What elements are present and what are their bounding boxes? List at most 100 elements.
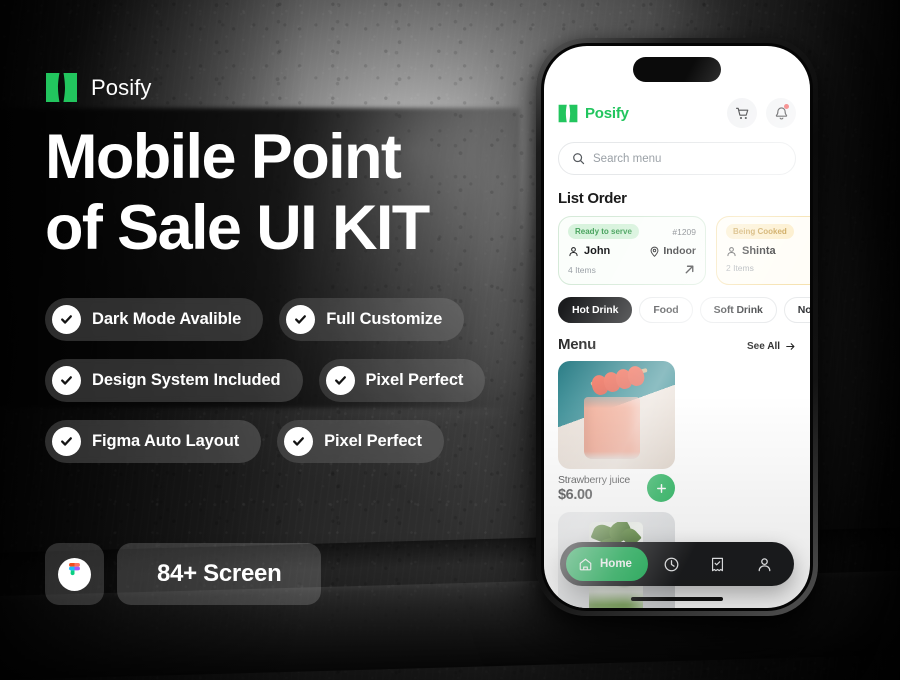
product-image [558,361,675,469]
plus-icon [656,483,666,493]
category-chips: Hot Drink Food Soft Drink Noodle [558,297,810,323]
feature-label: Pixel Perfect [324,432,422,450]
orders-list: Ready to serve #1209 John Indoor 4 Items… [558,216,810,285]
feature-pill-dark-mode[interactable]: Dark Mode Avalible [45,298,264,341]
product-card[interactable]: Strawberry juice $6.00 [558,361,675,503]
person-icon [727,246,736,256]
person-icon [569,246,578,256]
cart-button[interactable] [727,98,757,128]
order-customer: John [568,245,610,257]
check-icon [325,366,355,395]
brand-name: Posify [91,74,152,100]
nav-item-home[interactable]: Home [566,547,648,581]
app-brand: Posify [558,104,629,123]
page-title: Mobile Point of Sale UI KIT [45,122,525,264]
screen-count-badge[interactable]: 84+ Screen [117,543,322,605]
orders-section-title: List Order [558,190,627,207]
category-label: Food [653,304,679,316]
feature-label: Dark Mode Avalible [92,310,242,328]
check-icon [52,427,81,456]
category-chip-noodle[interactable]: Noodle [783,297,810,323]
feature-pill-pixel-perfect-2[interactable]: Pixel Perfect [277,420,444,463]
order-customer: Shinta [726,245,776,257]
figma-badge[interactable] [45,543,104,605]
category-label: Hot Drink [572,304,619,316]
order-customer-name: Shinta [742,245,776,257]
nav-secondary-items [648,547,788,581]
nav-home-label: Home [600,558,632,570]
check-icon [52,366,81,395]
headline-line-1: Mobile Point [45,122,402,192]
order-card[interactable]: Being Cooked #1209 Shinta [716,216,810,285]
order-id: #1209 [672,226,696,237]
promo-panel: Posify Mobile Point of Sale UI KIT Dark … [0,0,540,680]
add-to-cart-button[interactable] [647,474,675,502]
search-input[interactable]: Search menu [558,142,796,175]
category-label: Noodle [797,304,810,316]
nav-item-history[interactable] [654,547,688,581]
footer-badges: 84+ Screen [45,543,322,605]
feature-pill-pixel-perfect-1[interactable]: Pixel Perfect [318,359,486,402]
search-icon [573,153,585,165]
feature-label: Design System Included [92,371,281,389]
pos-app: Posify Search menu List Order Ready to s… [544,46,810,608]
posify-logo-icon [46,73,77,102]
see-all-label: See All [747,341,780,352]
order-item-count: 2 Items [726,263,754,273]
status-badge: Ready to serve [568,224,639,239]
receipt-icon [712,557,724,571]
order-bottom: 4 Items [568,263,696,276]
feature-row-3: Figma Auto Layout Pixel Perfect [45,420,525,463]
order-customer-name: John [584,245,611,257]
nav-item-orders[interactable] [701,547,735,581]
home-indicator [631,597,723,601]
product-name: Strawberry juice [558,474,631,486]
arrow-up-right-icon[interactable] [683,263,696,276]
feature-pill-full-customize[interactable]: Full Customize [279,298,465,341]
phone-mockup: Posify Search menu List Order Ready to s… [536,38,818,616]
posify-logo-icon [558,104,578,122]
order-location-label: Indoor [663,245,696,257]
see-all-link[interactable]: See All [747,341,796,352]
feature-row-2: Design System Included Pixel Perfect [45,359,525,402]
category-chip-soft-drink[interactable]: Soft Drink [699,297,777,323]
arrow-right-icon [786,343,795,350]
nav-item-profile[interactable] [748,547,782,581]
order-bottom: 2 Items [726,263,810,273]
feature-row-1: Dark Mode Avalible Full Customize [45,298,525,341]
category-label: Soft Drink [713,304,763,316]
screen-count-label: 84+ Screen [157,560,282,587]
order-item-count: 4 Items [568,264,596,275]
status-badge: Being Cooked [726,224,794,239]
feature-label: Full Customize [326,310,443,328]
category-chip-hot-drink[interactable]: Hot Drink [558,297,633,323]
location-pin-icon [650,246,659,257]
product-price: $6.00 [558,487,593,503]
headline-line-2: of Sale UI KIT [45,193,430,263]
header-actions [727,98,796,128]
product-text: Strawberry juice $6.00 [558,474,630,503]
bottom-navigation: Home [560,542,794,586]
order-mid: John Indoor [568,245,696,257]
order-location: Indoor [649,245,696,257]
order-top: Being Cooked #1209 [726,224,810,239]
category-chip-food[interactable]: Food [639,297,693,323]
check-icon [284,427,314,456]
feature-list: Dark Mode Avalible Full Customize Design… [45,298,525,481]
strawberry-juice-art [558,361,675,469]
phone-screen: Posify Search menu List Order Ready to s… [544,46,810,608]
menu-section-title: Menu [558,336,596,353]
feature-pill-design-system[interactable]: Design System Included [45,359,303,402]
brand: Posify [45,72,152,103]
home-icon [579,558,592,570]
menu-header: Menu See All [558,336,796,353]
feature-label: Pixel Perfect [365,371,464,389]
order-card[interactable]: Ready to serve #1209 John Indoor 4 Items [558,216,706,285]
notification-badge-dot [784,104,789,109]
order-top: Ready to serve #1209 [568,224,696,239]
app-brand-name: Posify [585,104,629,122]
notifications-button[interactable] [766,98,796,128]
feature-pill-figma-auto-layout[interactable]: Figma Auto Layout [45,420,262,463]
profile-icon [758,557,771,571]
feature-label: Figma Auto Layout [92,432,240,450]
